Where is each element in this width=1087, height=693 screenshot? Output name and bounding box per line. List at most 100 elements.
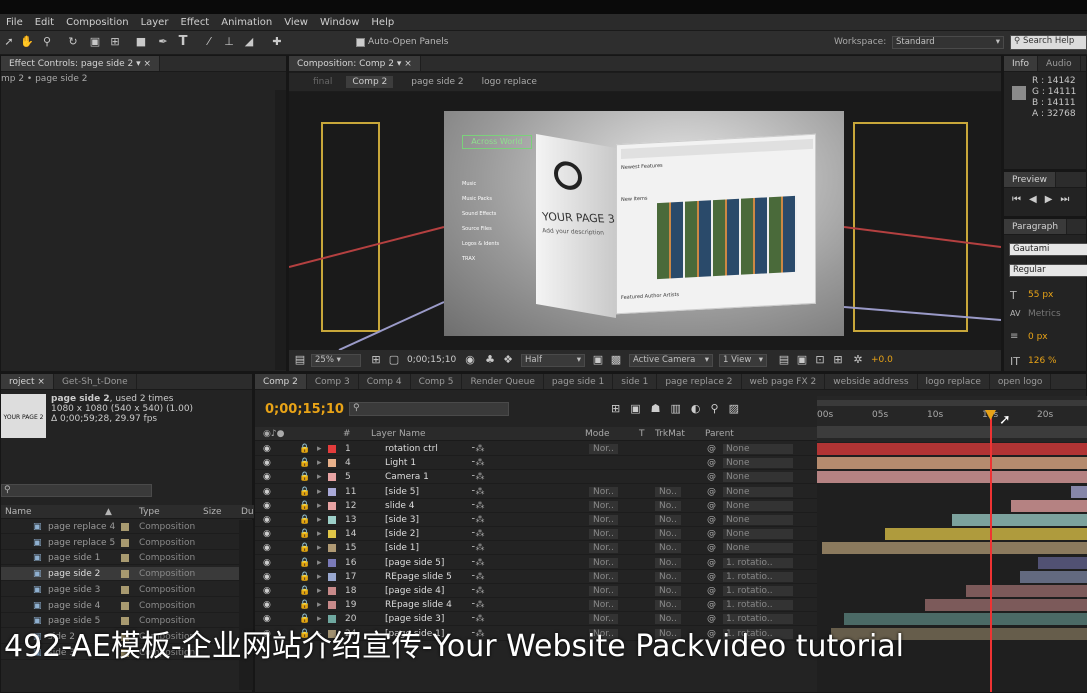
- col-t[interactable]: T: [639, 429, 645, 439]
- label-color[interactable]: [328, 473, 336, 482]
- close-icon[interactable]: ×: [404, 59, 412, 69]
- parent-select[interactable]: 1. rotatio..: [723, 600, 793, 611]
- project-row[interactable]: ▣ page replace 4 Composition: [1, 520, 239, 534]
- parent-select[interactable]: None: [723, 500, 793, 511]
- menu-view[interactable]: View: [278, 17, 314, 28]
- lock-icon[interactable]: 🔒: [299, 558, 310, 568]
- label-color[interactable]: [328, 530, 336, 539]
- close-icon[interactable]: ×: [144, 59, 152, 69]
- shy-switch-icon[interactable]: ⁃⁂: [471, 572, 485, 582]
- layer-row[interactable]: ◉ 🔒 ▸ 1 rotation ctrl ⁃⁂ Nor.. @ None: [255, 442, 817, 456]
- trkmat-select[interactable]: No..: [655, 486, 681, 497]
- mode-select[interactable]: Nor..: [589, 543, 618, 554]
- mode-select[interactable]: Nor..: [589, 600, 618, 611]
- project-row[interactable]: ▣ page side 1 Composition: [1, 551, 239, 566]
- pickwhip-icon[interactable]: @: [707, 586, 716, 596]
- project-row[interactable]: ▣ page replace 5 Composition: [1, 536, 239, 550]
- layer-bar[interactable]: [1070, 485, 1087, 498]
- selection-tool-icon[interactable]: ➚: [2, 35, 16, 49]
- parent-select[interactable]: None: [723, 458, 793, 469]
- close-icon[interactable]: ×: [37, 377, 45, 387]
- transparency-grid-icon[interactable]: ▩: [609, 353, 623, 367]
- show-snapshot-icon[interactable]: ♣: [483, 353, 497, 367]
- toggle-pixel-icon[interactable]: ▤: [777, 353, 791, 367]
- crumb-final[interactable]: final: [313, 77, 332, 87]
- tab-effect-controls[interactable]: Effect Controls: page side 2 ▾ ×: [1, 56, 161, 71]
- auto-open-checkbox[interactable]: [356, 38, 365, 47]
- expand-arrow-icon[interactable]: ▸: [317, 572, 322, 582]
- region-of-interest-icon[interactable]: ▣: [591, 353, 605, 367]
- lock-icon[interactable]: 🔒: [299, 501, 310, 511]
- timeline-tab[interactable]: Comp 4: [359, 374, 411, 389]
- shy-switch-icon[interactable]: ⁃⁂: [471, 487, 485, 497]
- safe-zones-icon[interactable]: ⊞: [369, 353, 383, 367]
- layer-bar[interactable]: [884, 528, 1087, 541]
- trkmat-select[interactable]: No..: [655, 529, 681, 540]
- eye-icon[interactable]: ◉: [263, 558, 271, 568]
- next-frame-icon[interactable]: ⏭: [1060, 194, 1077, 205]
- menu-window[interactable]: Window: [314, 17, 365, 28]
- layer-name[interactable]: [side 1]: [385, 543, 419, 553]
- label-color[interactable]: [328, 601, 336, 610]
- shy-switch-icon[interactable]: ⁃⁂: [471, 586, 485, 596]
- parent-select[interactable]: None: [723, 515, 793, 525]
- expand-arrow-icon[interactable]: ▸: [317, 458, 322, 468]
- always-preview-icon[interactable]: ▤: [293, 353, 307, 367]
- layer-row[interactable]: ◉ 🔒 ▸ 17 REpage slide 5 ⁃⁂ Nor.. No.. @1. rotati…: [255, 570, 817, 584]
- exposure-value[interactable]: +0.0: [871, 355, 893, 365]
- shy-switch-icon[interactable]: ⁃⁂: [471, 458, 485, 468]
- puppet-tool-icon[interactable]: ✚: [270, 35, 284, 49]
- expand-arrow-icon[interactable]: ▸: [317, 501, 322, 511]
- layer-bar[interactable]: [817, 443, 1087, 455]
- snapshot-icon[interactable]: ◉: [463, 353, 477, 367]
- font-family-select[interactable]: Gautami: [1009, 243, 1087, 256]
- label-color[interactable]: [328, 544, 336, 553]
- menu-effect[interactable]: Effect: [174, 17, 215, 28]
- pen-tool-icon[interactable]: ✒: [156, 35, 170, 49]
- expand-arrow-icon[interactable]: ▸: [317, 515, 322, 525]
- timeline-search-input[interactable]: ⚲: [349, 402, 509, 416]
- tab-composition[interactable]: Composition: Comp 2 ▾ ×: [289, 56, 421, 71]
- pickwhip-icon[interactable]: @: [707, 515, 716, 525]
- pickwhip-icon[interactable]: @: [707, 543, 716, 553]
- shy-switch-icon[interactable]: ⁃⁂: [471, 515, 485, 525]
- layer-row[interactable]: ◉ 🔒 ▸ 12 slide 4 ⁃⁂ Nor.. No.. @ None: [255, 499, 817, 513]
- expand-arrow-icon[interactable]: ▸: [317, 487, 322, 497]
- shy-switch-icon[interactable]: ⁃⁂: [471, 444, 485, 454]
- eye-icon[interactable]: ◉: [263, 458, 271, 468]
- font-size-value[interactable]: 55 px: [1028, 290, 1053, 300]
- layer-bar[interactable]: [817, 471, 1087, 484]
- expand-arrow-icon[interactable]: ▸: [317, 586, 322, 596]
- eye-icon[interactable]: ◉: [263, 487, 271, 497]
- layer-bar[interactable]: [1019, 570, 1087, 583]
- col-du[interactable]: Du: [241, 507, 254, 517]
- tab-project[interactable]: roject ×: [1, 374, 54, 389]
- timeline-tab[interactable]: page side 1: [544, 374, 614, 389]
- composition-viewer[interactable]: Across World Music Music Packs Sound Eff…: [289, 92, 1001, 350]
- mode-select[interactable]: Nor..: [589, 557, 618, 568]
- crumb-logo-replace[interactable]: logo replace: [482, 77, 537, 87]
- tab-get-done[interactable]: Get-Sh_t-Done: [54, 374, 137, 389]
- mode-select[interactable]: Nor..: [589, 444, 618, 454]
- timeline-tab[interactable]: webside address: [825, 374, 918, 389]
- pickwhip-icon[interactable]: @: [707, 572, 716, 582]
- layer-name[interactable]: Camera 1: [385, 472, 429, 482]
- lock-icon[interactable]: 🔒: [299, 572, 310, 582]
- zoom-select[interactable]: 25% ▾: [311, 354, 361, 367]
- timeline-tab[interactable]: Comp 2: [255, 374, 307, 389]
- timeline-tab[interactable]: logo replace: [918, 374, 990, 389]
- timeline-tab[interactable]: page replace 2: [657, 374, 742, 389]
- search-help-input[interactable]: ⚲ Search Help: [1010, 35, 1087, 50]
- trkmat-select[interactable]: No..: [655, 500, 681, 511]
- project-row[interactable]: ▣ page side 4 Composition: [1, 599, 239, 613]
- mode-select[interactable]: Nor..: [589, 486, 618, 497]
- label-color[interactable]: [328, 445, 336, 453]
- parent-select[interactable]: 1. rotatio..: [723, 557, 793, 568]
- layer-name[interactable]: [side 3]: [385, 515, 419, 525]
- vertical-scale-value[interactable]: 126 %: [1028, 356, 1057, 366]
- parent-select[interactable]: None: [723, 529, 793, 540]
- crumb-comp2[interactable]: Comp 2: [346, 76, 394, 88]
- expand-arrow-icon[interactable]: ▸: [317, 543, 322, 553]
- draft-3d-icon[interactable]: ⊞: [611, 402, 630, 415]
- parent-select[interactable]: 1. rotatio..: [723, 586, 793, 596]
